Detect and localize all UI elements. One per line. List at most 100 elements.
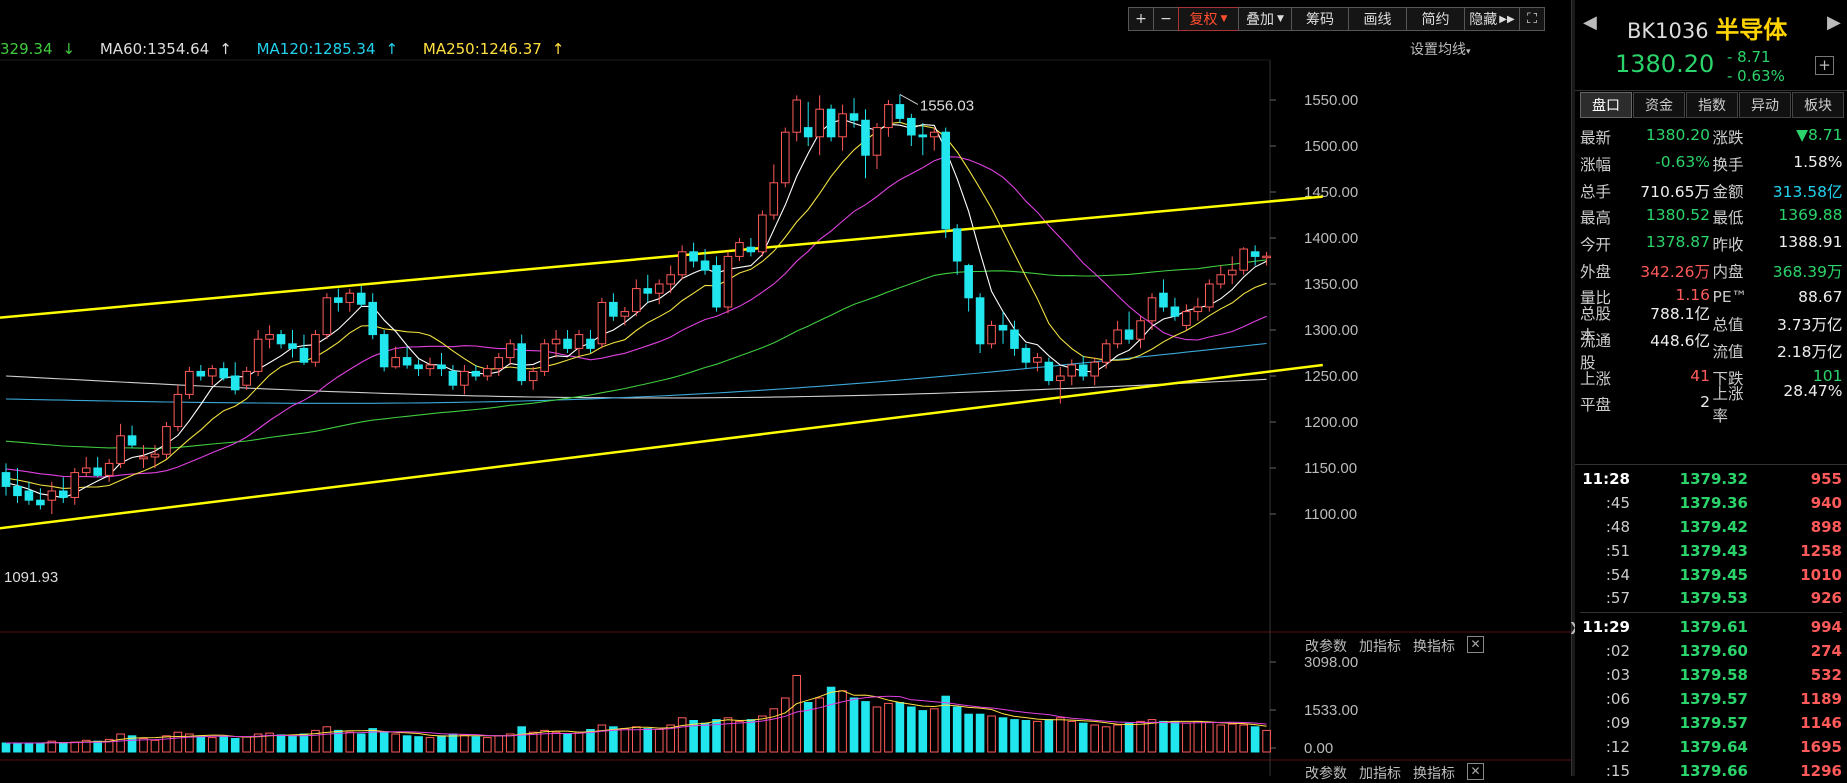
quote-label: 涨幅 bbox=[1580, 156, 1612, 175]
quote-label: 换手 bbox=[1712, 156, 1744, 175]
tick-volume: 274 bbox=[1810, 642, 1842, 661]
volume-bar bbox=[517, 726, 527, 753]
volume-bar bbox=[677, 717, 687, 753]
params-button[interactable]: 改参数 bbox=[1305, 636, 1347, 656]
volume-bar bbox=[1010, 719, 1019, 753]
jianjie-button[interactable]: 简约 bbox=[1406, 7, 1465, 31]
tick-time: 11:29 bbox=[1582, 618, 1630, 637]
next-arrow-icon[interactable]: ▶ bbox=[1827, 12, 1841, 33]
candle-body bbox=[196, 370, 206, 377]
tick-volume: 1146 bbox=[1800, 713, 1842, 732]
tick-row: :57 1379.53 926 bbox=[1580, 586, 1842, 610]
candle-body bbox=[207, 368, 217, 377]
high-marker-line bbox=[899, 94, 919, 105]
tick-time: :45 bbox=[1605, 493, 1630, 512]
candle-body bbox=[918, 134, 928, 138]
ma250-value: MA250:1246.37 bbox=[422, 40, 542, 58]
quote-label: 最新 bbox=[1580, 129, 1612, 148]
kline-chart-area[interactable]: 1550.00 1500.00 1450.00 1400.00 1350.00 1300.… bbox=[0, 0, 1571, 782]
ma-partial-value: 329.34 bbox=[0, 40, 53, 58]
add-indicator-button[interactable]: 加指标 bbox=[1359, 636, 1401, 656]
quote-label: 上涨 bbox=[1580, 369, 1612, 388]
volume-bar bbox=[574, 731, 584, 753]
tab-2[interactable]: 资金 bbox=[1633, 92, 1685, 118]
volume-bar bbox=[173, 731, 183, 753]
volume-bar bbox=[849, 697, 859, 753]
tab-4[interactable]: 异动 bbox=[1739, 92, 1791, 118]
add-indicator-button[interactable]: 加指标 bbox=[1359, 763, 1401, 783]
volume-bar bbox=[219, 736, 229, 753]
volume-bar bbox=[1182, 722, 1191, 753]
candle-body bbox=[1056, 375, 1065, 382]
volume-bar bbox=[884, 702, 893, 753]
quote-label: 最高 bbox=[1580, 209, 1612, 228]
tab-1[interactable]: 盘口 bbox=[1580, 92, 1632, 118]
volume-bar bbox=[437, 735, 446, 753]
quote-value: 2 bbox=[1700, 393, 1710, 412]
tick-list[interactable]: 11:28 1379.32 955:45 1379.36 940:48 1379.42 89… bbox=[1580, 467, 1842, 783]
candle-body bbox=[483, 368, 492, 377]
volume-bar bbox=[826, 686, 836, 753]
fuquan-label: 复权 bbox=[1189, 12, 1218, 28]
close-icon[interactable]: ✕ bbox=[1467, 763, 1484, 780]
candle-body bbox=[276, 334, 286, 345]
candle-body bbox=[941, 131, 951, 230]
candle-body bbox=[609, 301, 618, 317]
volume-bar bbox=[391, 733, 400, 753]
ma-settings-button[interactable]: 设置均线▾ bbox=[1410, 39, 1471, 59]
params-button[interactable]: 改参数 bbox=[1305, 763, 1347, 783]
volume-bar bbox=[1205, 721, 1214, 753]
fuquan-dropdown[interactable]: 复权 ▼ bbox=[1178, 7, 1239, 31]
zoom-out-button[interactable]: − bbox=[1153, 7, 1179, 31]
quote-label: 总值 bbox=[1712, 316, 1744, 335]
huaxian-button[interactable]: 画线 bbox=[1348, 7, 1407, 31]
tab-5[interactable]: 板块 bbox=[1792, 92, 1844, 118]
tick-volume: 1695 bbox=[1800, 737, 1842, 756]
volume-bar bbox=[975, 713, 985, 753]
tick-time: 11:28 bbox=[1582, 469, 1630, 488]
volume-bar bbox=[952, 706, 962, 753]
tick-time: :57 bbox=[1605, 589, 1630, 608]
candle-body bbox=[1067, 364, 1077, 377]
close-icon[interactable]: ✕ bbox=[1467, 636, 1484, 653]
tick-row: :06 1379.57 1189 bbox=[1580, 687, 1842, 711]
candle-body bbox=[311, 334, 320, 363]
tick-row: :51 1379.43 1258 bbox=[1580, 539, 1842, 563]
volume-bar bbox=[918, 710, 928, 753]
volume-bar bbox=[746, 719, 756, 753]
candle-body bbox=[597, 301, 607, 345]
volume-bar bbox=[242, 736, 251, 753]
ma120-value: MA120:1285.34 bbox=[256, 40, 376, 58]
tick-volume: 898 bbox=[1810, 517, 1842, 536]
candle-body bbox=[1193, 306, 1203, 313]
candle-body bbox=[563, 338, 572, 349]
tick-time: :06 bbox=[1605, 689, 1630, 708]
tick-price: 1379.53 bbox=[1679, 589, 1748, 608]
yincang-button[interactable]: 隐藏 ▶▶ bbox=[1464, 7, 1520, 31]
volume-bar bbox=[632, 726, 641, 753]
volume-bar bbox=[700, 722, 710, 753]
kline-chart[interactable]: 1550.001500.001450.001400.001350.001300.… bbox=[0, 0, 1571, 776]
switch-indicator-button[interactable]: 换指标 bbox=[1413, 636, 1455, 656]
candle-body bbox=[952, 228, 962, 262]
quote-value: 3.73万亿 bbox=[1776, 316, 1843, 335]
candle-body bbox=[13, 485, 22, 497]
volume-bar bbox=[1067, 720, 1077, 753]
diejia-dropdown[interactable]: 叠加 ▼ bbox=[1238, 7, 1292, 31]
tick-price: 1379.36 bbox=[1679, 493, 1748, 512]
prev-arrow-icon[interactable]: ◀ bbox=[1583, 12, 1597, 33]
candle-body bbox=[139, 456, 148, 460]
tab-3[interactable]: 指数 bbox=[1686, 92, 1738, 118]
tick-price: 1379.43 bbox=[1679, 541, 1748, 560]
add-watchlist-button[interactable]: + bbox=[1815, 56, 1834, 75]
volume-bar bbox=[1101, 726, 1111, 753]
chouma-button[interactable]: 筹码 bbox=[1291, 7, 1349, 31]
zoom-in-button[interactable]: + bbox=[1128, 7, 1154, 31]
candle-body bbox=[116, 435, 125, 464]
quote-value: 41 bbox=[1690, 366, 1710, 385]
switch-indicator-button[interactable]: 换指标 bbox=[1413, 763, 1455, 783]
fullscreen-button[interactable]: ⛶ bbox=[1519, 7, 1545, 31]
arrow-up-icon: ↑ bbox=[551, 40, 565, 58]
candle-body bbox=[826, 108, 836, 138]
candle-body bbox=[185, 370, 194, 395]
